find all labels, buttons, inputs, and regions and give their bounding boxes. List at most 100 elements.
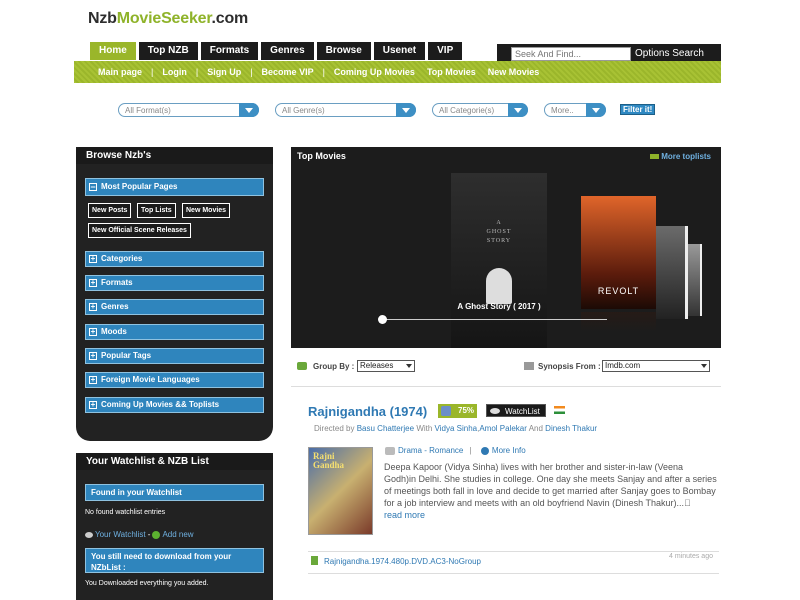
genre-line: Drama - Romance | More Info: [385, 446, 526, 455]
chip-new-posts[interactable]: New Posts: [88, 203, 132, 218]
eye-icon: [85, 531, 93, 538]
options-search-link[interactable]: Options Search: [635, 48, 704, 59]
synopsis-text: Deepa Kapoor (Vidya Sinha) lives with he…: [384, 462, 717, 508]
cast-link[interactable]: Amol Palekar: [479, 424, 527, 433]
tab-home[interactable]: Home: [90, 42, 136, 60]
nav-sign-up[interactable]: Sign Up: [207, 67, 241, 77]
release-file-name[interactable]: Rajnigandha.1974.480p.DVD.AC3-NoGroup: [324, 557, 481, 566]
nav-separator: |: [322, 67, 325, 77]
group-by-label: Group By :: [313, 362, 355, 371]
section-genres[interactable]: + Genres: [85, 299, 264, 315]
nav-top-movies[interactable]: Top Movies: [427, 67, 476, 77]
plus-icon: +: [89, 351, 97, 360]
chip-new-official-scene-releases[interactable]: New Official Scene Releases: [88, 223, 191, 238]
site-logo[interactable]: NzbMovieSeeker.com: [88, 10, 248, 28]
more-select[interactable]: More..: [544, 103, 606, 117]
section-moods[interactable]: + Moods: [85, 324, 264, 340]
arrow-right-icon: [650, 154, 660, 160]
tab-browse[interactable]: Browse: [316, 42, 371, 60]
group-by-select[interactable]: Releases: [357, 360, 415, 372]
directed-by-label: Directed by: [314, 424, 355, 433]
rating-value: 75%: [458, 406, 475, 415]
most-popular-pages-toggle[interactable]: − Most Popular Pages: [85, 178, 264, 196]
group-by-value: Releases: [360, 361, 394, 370]
rating-badge: 75%: [438, 404, 477, 418]
chip-top-lists[interactable]: Top Lists: [137, 203, 176, 218]
your-watchlist-link[interactable]: Your Watchlist: [95, 530, 146, 539]
cast-link[interactable]: Vidya Sinha: [435, 424, 478, 433]
tab-genres[interactable]: Genres: [261, 42, 314, 60]
info-icon: [480, 446, 489, 455]
download-icon: [311, 556, 318, 565]
genre-select[interactable]: All Genre(s): [275, 103, 416, 117]
nav-main-page[interactable]: Main page: [98, 67, 142, 77]
section-label: Moods: [101, 327, 127, 336]
category-select[interactable]: All Categorie(s): [432, 103, 528, 117]
carousel-poster[interactable]: [688, 244, 702, 316]
chip-new-movies[interactable]: New Movies: [182, 203, 231, 218]
director-link[interactable]: Basu Chatterjee: [357, 424, 414, 433]
format-select[interactable]: All Format(s): [118, 103, 259, 117]
most-popular-pages-label: Most Popular Pages: [101, 182, 178, 191]
more-info-link[interactable]: More Info: [492, 446, 526, 455]
watchlist-panel: Your Watchlist & NZB List Found in your …: [76, 453, 273, 600]
chevron-down-icon: [396, 103, 416, 117]
featured-poster[interactable]: A GHOST STORY: [451, 173, 547, 348]
watchlist-button-label: WatchList: [505, 407, 540, 416]
nav-coming-up-movies[interactable]: Coming Up Movies: [334, 67, 415, 77]
main-tabs: Home Top NZB Formats Genres Browse Usene…: [90, 42, 463, 60]
movie-poster[interactable]: Rajni Gandha: [308, 447, 373, 535]
nzblist-download-header: You still need to download from your NZb…: [85, 548, 264, 573]
tab-usenet[interactable]: Usenet: [373, 42, 426, 60]
top-movies-carousel: Top Movies More toplists A GHOST STORY A…: [291, 147, 721, 348]
more-toplists-link[interactable]: More toplists: [650, 152, 711, 161]
india-flag-icon: [554, 406, 565, 414]
poster-title-text: REVOLT: [597, 286, 640, 296]
poster-title-text: Rajni Gandha: [313, 451, 345, 470]
nav-new-movies[interactable]: New Movies: [488, 67, 540, 77]
group-by-row: Group By : Releases Synopsis From : Imdb…: [291, 358, 721, 374]
release-timestamp: 4 minutes ago: [669, 553, 713, 560]
section-formats[interactable]: + Formats: [85, 275, 264, 291]
watchlist-links: Your Watchlist - Add new: [85, 530, 194, 539]
nav-become-vip[interactable]: Become VIP: [262, 67, 314, 77]
carousel-slider-handle[interactable]: [378, 315, 387, 324]
poster-reflection: [581, 312, 656, 332]
logo-part-3: .com: [211, 10, 249, 27]
filter-button[interactable]: Filter it!: [620, 104, 656, 115]
tab-top-nzb[interactable]: Top NZB: [138, 42, 198, 60]
carousel-slider-track[interactable]: [383, 319, 607, 320]
add-to-watchlist-button[interactable]: WatchList: [486, 404, 546, 417]
more-select-value: More..: [551, 105, 574, 115]
search-input[interactable]: [511, 46, 631, 61]
read-more-link[interactable]: read more: [384, 510, 425, 520]
release-file-row[interactable]: Rajnigandha.1974.480p.DVD.AC3-NoGroup 4 …: [308, 551, 719, 574]
cast-link[interactable]: Dinesh Thakur: [545, 424, 597, 433]
section-label: Formats: [101, 278, 133, 287]
downloaded-all-text: You Downloaded everything you added.: [85, 580, 209, 587]
poster-title-text: A GHOST STORY: [486, 220, 512, 244]
plus-icon: +: [89, 302, 97, 311]
nav-login[interactable]: Login: [162, 67, 187, 77]
watchlist-panel-title: Your Watchlist & NZB List: [76, 453, 273, 470]
section-label: Popular Tags: [101, 351, 152, 360]
section-categories[interactable]: + Categories: [85, 251, 264, 267]
nav-separator: |: [250, 67, 253, 77]
synopsis-source-value: Imdb.com: [605, 361, 641, 370]
section-foreign-movie-languages[interactable]: + Foreign Movie Languages: [85, 372, 264, 388]
browse-panel-title: Browse Nzb's: [76, 147, 273, 164]
carousel-poster[interactable]: REVOLT: [581, 196, 656, 309]
movie-synopsis: Deepa Kapoor (Vidya Sinha) lives with he…: [384, 461, 717, 521]
section-coming-up-movies-toplists[interactable]: + Coming Up Movies && Toplists: [85, 397, 264, 413]
section-popular-tags[interactable]: + Popular Tags: [85, 348, 264, 364]
carousel-poster[interactable]: [656, 226, 688, 319]
chevron-down-icon: [406, 364, 412, 368]
plus-icon: +: [89, 254, 97, 263]
tab-vip[interactable]: VIP: [428, 42, 463, 60]
more-toplists-label: More toplists: [661, 152, 711, 161]
movie-title-link[interactable]: Rajnigandha (1974): [308, 404, 427, 419]
add-new-link[interactable]: Add new: [162, 530, 193, 539]
genre-link[interactable]: Drama - Romance: [398, 446, 463, 455]
tab-formats[interactable]: Formats: [200, 42, 259, 60]
synopsis-source-select[interactable]: Imdb.com: [602, 360, 710, 372]
